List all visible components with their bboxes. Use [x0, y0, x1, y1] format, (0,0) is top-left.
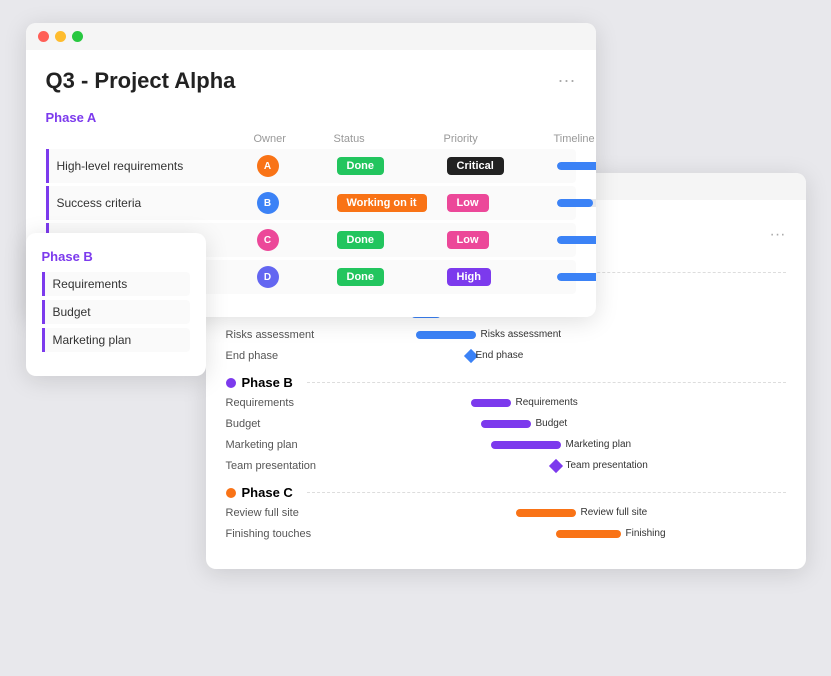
col-priority: Priority [444, 133, 554, 145]
priority-badge: Low [447, 194, 557, 212]
dot-red [38, 31, 49, 42]
dot-green [72, 31, 83, 42]
gantt-bar [481, 420, 531, 428]
col-task [54, 133, 254, 145]
gantt-task-label: End phase [226, 350, 356, 362]
gantt-row: End phase End phase [226, 347, 786, 365]
gantt-bar [516, 509, 576, 517]
gantt-bar [491, 441, 561, 449]
gantt-bar-label: Risks assessment [481, 329, 562, 340]
priority-badge: Low [447, 231, 557, 249]
gantt-milestone-diamond [548, 459, 562, 473]
task-name: Success criteria [57, 196, 257, 210]
gantt-bar [471, 399, 511, 407]
task-name: High-level requirements [57, 159, 257, 173]
gantt-track: Team presentation [356, 457, 786, 475]
gantt-track: Budget [356, 415, 786, 433]
gantt-bar [556, 530, 621, 538]
gantt-task-label: Marketing plan [226, 439, 356, 451]
avatar: D [257, 266, 337, 288]
gantt-bar-label: Team presentation [566, 460, 648, 471]
gantt-row: Risks assessment Risks assessment [226, 326, 786, 344]
sidebar-item[interactable]: Budget [42, 300, 190, 324]
avatar: C [257, 229, 337, 251]
phase-b-label: Phase B [42, 249, 190, 264]
gantt-phase-header: Phase C [226, 485, 786, 500]
gantt-phase-header: Phase B [226, 375, 786, 390]
sidebar-card: Phase B Requirements Budget Marketing plan [26, 233, 206, 376]
phase-label: Phase C [242, 485, 293, 500]
col-timeline: Timeline [554, 133, 594, 145]
gantt-task-label: Risks assessment [226, 329, 356, 341]
phase-dot [226, 488, 236, 498]
sidebar-item[interactable]: Marketing plan [42, 328, 190, 352]
gantt-row: Budget Budget [226, 415, 786, 433]
timeline-bar-wrap [557, 199, 596, 207]
gantt-phase: Phase C Review full site Review full site F… [226, 485, 786, 543]
gantt-task-label: Team presentation [226, 460, 356, 472]
gantt-task-label: Finishing touches [226, 528, 356, 540]
gantt-bar-label: Marketing plan [566, 439, 632, 450]
gantt-track: Finishing [356, 525, 786, 543]
gantt-bar-label: Review full site [581, 507, 648, 518]
more-button[interactable]: ··· [558, 70, 576, 91]
gantt-row: Finishing touches Finishing [226, 525, 786, 543]
gantt-row: Marketing plan Marketing plan [226, 436, 786, 454]
dot-yellow [55, 31, 66, 42]
sidebar-item[interactable]: Requirements [42, 272, 190, 296]
gantt-more-button[interactable]: ··· [770, 226, 786, 244]
project-title: Q3 - Project Alpha [46, 68, 576, 94]
gantt-track: Risks assessment [356, 326, 786, 344]
table-header: Owner Status Priority Timeline [46, 133, 576, 149]
gantt-task-label: Budget [226, 418, 356, 430]
gantt-bar-label: Budget [536, 418, 568, 429]
table-row: High-level requirements A Done Critical [46, 149, 576, 183]
phase-dot [226, 378, 236, 388]
gantt-row: Requirements Requirements [226, 394, 786, 412]
priority-badge: High [447, 268, 557, 286]
gantt-task-label: Review full site [226, 507, 356, 519]
col-owner: Owner [254, 133, 334, 145]
table-row: Success criteria B Working on it Low [46, 186, 576, 220]
gantt-row: Team presentation Team presentation [226, 457, 786, 475]
gantt-bar-label: Finishing [626, 528, 666, 539]
sidebar-items: Requirements Budget Marketing plan [42, 272, 190, 352]
avatar: B [257, 192, 337, 214]
avatar: A [257, 155, 337, 177]
status-badge: Done [337, 231, 447, 249]
phase-label: Phase B [242, 375, 293, 390]
gantt-bar-label: End phase [476, 350, 524, 361]
timeline-bar-wrap [557, 162, 596, 170]
gantt-track: End phase [356, 347, 786, 365]
gantt-task-label: Requirements [226, 397, 356, 409]
timeline-bar-wrap [557, 236, 596, 244]
titlebar-front [26, 23, 596, 50]
col-status: Status [334, 133, 444, 145]
gantt-track: Requirements [356, 394, 786, 412]
phase-a-label: Phase A [46, 110, 576, 125]
priority-badge: Critical [447, 157, 557, 175]
gantt-phase: Phase BRequirementsRequirementsBudgetBud… [226, 375, 786, 475]
gantt-track: Marketing plan [356, 436, 786, 454]
status-badge: Done [337, 157, 447, 175]
gantt-bar [416, 331, 476, 339]
timeline-bar-wrap [557, 273, 596, 281]
status-badge: Done [337, 268, 447, 286]
gantt-row: Review full site Review full site [226, 504, 786, 522]
gantt-track: Review full site [356, 504, 786, 522]
status-badge: Working on it [337, 194, 447, 212]
gantt-bar-label: Requirements [516, 397, 578, 408]
